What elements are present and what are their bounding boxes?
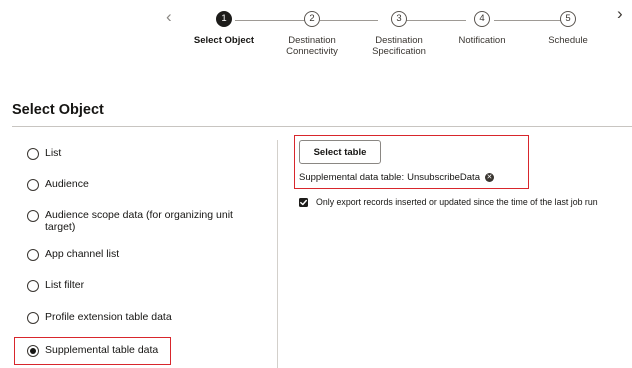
radio-button[interactable] [27,312,39,324]
supplemental-table-label: Supplemental data table: [299,172,405,183]
wizard-step-notification[interactable]: 4 Notification [437,11,527,46]
chevron-right-icon[interactable]: › [617,5,623,22]
wizard-train: ‹ 1 Select Object 2 Destination Connecti… [0,0,632,80]
radio-button[interactable] [27,148,39,160]
radio-option-list-filter[interactable]: List filter [27,279,84,292]
radio-label: Audience [45,178,89,190]
radio-label-line: target) [45,221,76,233]
radio-option-audience[interactable]: Audience [27,178,89,191]
step-label: Select Object [193,35,255,46]
radio-label: List [45,147,62,159]
radio-label: List filter [45,279,85,291]
radio-label: Supplemental table data [45,344,159,356]
wizard-page: ‹ 1 Select Object 2 Destination Connecti… [0,0,632,368]
export-option-row[interactable]: Only export records inserted or updated … [299,197,598,207]
radio-option-app-channel-list[interactable]: App channel list [27,248,119,261]
radio-label: App channel list [45,248,120,260]
radio-button[interactable] [27,179,39,191]
step-label-line: Destination [288,35,336,46]
step-number: 5 [560,11,576,27]
radio-option-profile-extension-table-data[interactable]: Profile extension table data [27,311,172,324]
checkmark-icon [300,199,307,205]
radio-option-audience-scope-data[interactable]: Audience scope data (for organizing unit… [27,209,233,233]
page-title: Select Object [12,102,104,118]
wizard-step-select-object[interactable]: 1 Select Object [179,11,269,46]
step-label: Schedule [548,35,588,46]
supplemental-table-value: UnsubscribeData [407,172,480,183]
radio-button[interactable] [27,210,39,222]
radio-button[interactable] [27,280,39,292]
export-option-label: Only export records inserted or updated … [316,197,598,207]
radio-label: Profile extension table data [45,311,172,323]
step-number: 1 [216,11,232,27]
step-number: 2 [304,11,320,27]
step-number: 4 [474,11,490,27]
select-table-button[interactable]: Select table [299,140,381,164]
step-label: Notification [458,35,506,46]
step-label: Destination Specification [354,35,444,57]
radio-option-list[interactable]: List [27,147,61,160]
radio-option-supplemental-table-data[interactable]: Supplemental table data [27,344,158,357]
radio-button[interactable] [27,249,39,261]
wizard-step-schedule[interactable]: 5 Schedule [523,11,613,46]
wizard-step-destination-connectivity[interactable]: 2 Destination Connectivity [267,11,357,57]
object-type-radio-group: List Audience Audience scope data (for o… [0,127,270,368]
step-label-line: Specification [372,46,426,57]
wizard-step-destination-specification[interactable]: 3 Destination Specification [354,11,444,57]
step-number: 3 [391,11,407,27]
export-option-checkbox[interactable] [299,197,308,207]
step-label: Destination Connectivity [267,35,357,57]
step-label-line: Destination [375,35,423,46]
vertical-divider [277,140,278,368]
radio-label: Audience scope data (for organizing unit… [45,209,233,233]
supplemental-table-info: Supplemental data table: UnsubscribeData ✕ [299,172,494,183]
remove-icon[interactable]: ✕ [484,173,494,182]
chevron-left-icon[interactable]: ‹ [166,8,172,25]
radio-button-selected[interactable] [27,345,39,357]
step-label-line: Connectivity [286,46,338,57]
radio-label-line: Audience scope data (for organizing unit [45,209,233,221]
